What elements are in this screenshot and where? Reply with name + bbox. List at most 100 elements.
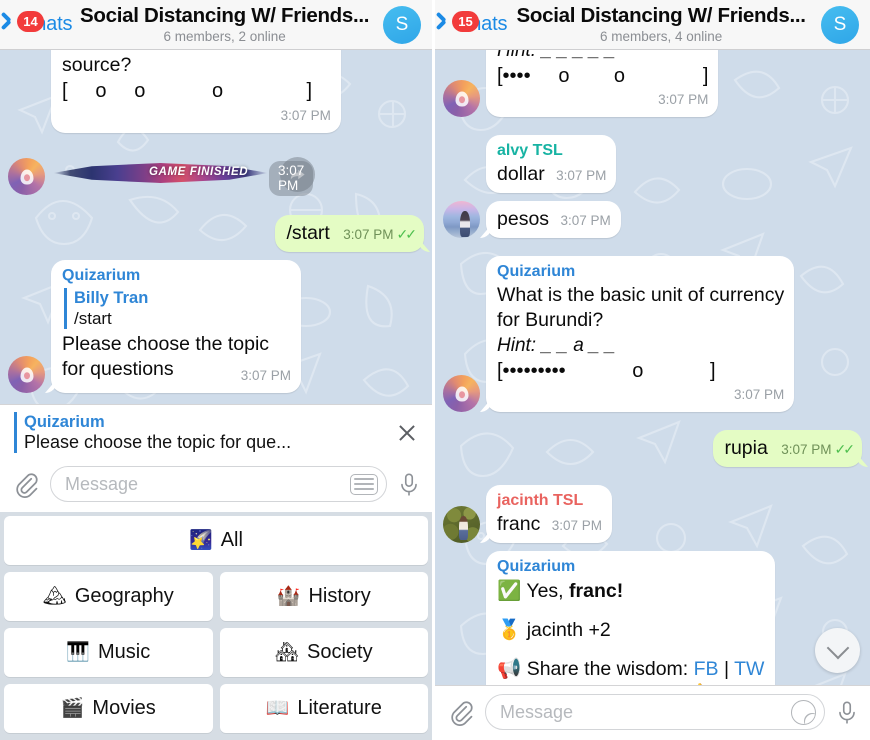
topic-button-movies[interactable]: 🎬 Movies <box>4 684 213 733</box>
topic-button-geography[interactable]: 🏔 Geography <box>4 572 213 621</box>
reply-preview-quote[interactable]: Quizarium Please choose the topic for qu… <box>14 412 386 453</box>
quiz-question-bubble-burundi[interactable]: Quizarium What is the basic unit of curr… <box>486 256 795 412</box>
reply-sender-name: Billy Tran <box>74 289 149 307</box>
message-row[interactable]: Quizarium Billy Tran /start Please choos… <box>8 260 424 393</box>
reply-preview-bar[interactable]: Quizarium Please choose the topic for qu… <box>0 404 432 458</box>
topic-button-society[interactable]: 🏘 Society <box>219 628 428 677</box>
topic-button-music[interactable]: 🎹 Music <box>4 628 213 677</box>
avatar-spacer <box>8 96 45 133</box>
chat-title-block[interactable]: Social Distancing W/ Friends... 6 member… <box>66 4 383 45</box>
reply-quote[interactable]: Billy Tran /start <box>64 288 291 329</box>
topic-button-literature[interactable]: 📖 Literature <box>219 684 428 733</box>
unread-badge: 15 <box>452 11 479 32</box>
microphone-icon[interactable] <box>834 697 860 727</box>
message-list-right[interactable]: Hint: _ _ _ _ _ [•••• o o ] 3:07 PM alvy… <box>435 50 870 685</box>
hint-line: Hint: _ _ a _ _ <box>497 333 784 358</box>
search-input[interactable]: Message <box>50 466 387 502</box>
answer-confirmation-line: ✅ Yes, franc! <box>497 579 765 604</box>
score-line: 🥇 jacinth +2 <box>497 618 765 643</box>
avatar[interactable]: S <box>383 5 421 44</box>
mountain-icon: 🏔 <box>42 586 67 607</box>
search-input[interactable]: Message <box>485 694 825 730</box>
page-title: Social Distancing W/ Friends... <box>516 4 806 27</box>
answer-word: franc! <box>569 580 624 602</box>
topic-button-all[interactable]: 🌠 All <box>4 516 428 565</box>
topic-button-history[interactable]: 🏰 History <box>219 572 428 621</box>
message-list-left[interactable]: approaching or receding sound source? [ … <box>0 50 432 404</box>
message-row[interactable]: pesos 3:07 PM <box>443 201 862 238</box>
medal-icon: 🥇 <box>497 619 522 641</box>
game-finished-sticker[interactable]: GAME FINISHED 3:07 PM <box>53 151 314 196</box>
message-row[interactable]: rupia 3:07 PM ✓✓ <box>443 430 862 467</box>
quiz-answer-bubble[interactable]: Quizarium ✅ Yes, franc! 🥇 jacinth +2 � <box>486 551 776 685</box>
message-row[interactable]: approaching or receding sound source? [ … <box>8 50 424 133</box>
read-receipt-icon: ✓✓ <box>834 441 856 457</box>
avatar-user-garden[interactable] <box>443 506 480 543</box>
chevron-down-icon[interactable] <box>815 628 860 673</box>
topic-label: History <box>308 585 371 607</box>
share-fb-link[interactable]: FB <box>694 658 719 680</box>
paperclip-icon[interactable] <box>12 469 40 499</box>
quizarium-reply-bubble[interactable]: Quizarium Billy Tran /start Please choos… <box>51 260 301 393</box>
message-row[interactable]: Quizarium ✅ Yes, franc! 🥇 jacinth +2 � <box>443 551 862 685</box>
dual-chat-screenshot: Chats 14 Social Distancing W/ Friends...… <box>0 0 870 740</box>
message-text-value: franc <box>497 513 541 535</box>
topic-label: All <box>220 529 243 551</box>
message-bubble-pesos[interactable]: pesos 3:07 PM <box>486 201 621 238</box>
keyboard-row: 🏔 Geography 🏰 History <box>4 572 428 621</box>
topic-label: Music <box>97 641 151 663</box>
message-text: pesos 3:07 PM <box>497 207 611 233</box>
message-row[interactable]: /start 3:07 PM ✓✓ <box>8 215 424 252</box>
message-text: Please choose the topic for questions 3:0… <box>62 332 291 383</box>
keyboard-icon[interactable] <box>350 473 378 495</box>
message-bubble-jacinth[interactable]: jacinth TSL franc 3:07 PM <box>486 485 613 543</box>
outgoing-bubble-rupia[interactable]: rupia 3:07 PM ✓✓ <box>713 430 862 467</box>
message-bubble-alvy[interactable]: alvy TSL dollar 3:07 PM <box>486 135 617 193</box>
quiz-question-bubble[interactable]: approaching or receding sound source? [ … <box>51 50 341 133</box>
chat-header-left: Chats 14 Social Distancing W/ Friends...… <box>0 0 432 50</box>
hint-value: _ _ a _ _ <box>541 335 616 356</box>
close-icon[interactable] <box>394 420 420 446</box>
members-status: 6 members, 2 online <box>163 29 286 44</box>
message-text-value: pesos <box>497 208 550 230</box>
message-input-placeholder: Message <box>65 473 139 494</box>
chat-title-block[interactable]: Social Distancing W/ Friends... 6 member… <box>501 4 821 45</box>
avatar-quizarium[interactable] <box>443 80 480 117</box>
message-row[interactable]: Quizarium What is the basic unit of curr… <box>443 256 862 412</box>
share-separator: | <box>723 658 730 680</box>
timestamp: 3:07 PM <box>240 368 291 383</box>
back-to-chats-button[interactable]: Chats 15 <box>435 11 507 36</box>
paperclip-icon[interactable] <box>447 697 475 727</box>
messages-container-left: approaching or receding sound source? [ … <box>0 50 432 404</box>
avatar[interactable]: S <box>821 5 859 44</box>
chat-panel-right: Chats 15 Social Distancing W/ Friends...… <box>435 0 870 740</box>
avatar-quizarium[interactable] <box>8 158 45 195</box>
message-row[interactable]: Hint: _ _ _ _ _ [•••• o o ] 3:07 PM <box>443 50 862 117</box>
avatar-spacer <box>443 156 480 193</box>
avatar-quizarium[interactable] <box>8 356 45 393</box>
keyboard-row: 🎹 Music 🏘 Society <box>4 628 428 677</box>
outgoing-bubble-start[interactable]: /start 3:07 PM ✓✓ <box>275 215 424 252</box>
sticker-icon[interactable] <box>791 699 816 725</box>
microphone-icon[interactable] <box>396 469 422 499</box>
sender-name: Quizarium <box>62 267 141 284</box>
back-to-chats-button[interactable]: Chats 14 <box>0 11 72 36</box>
quiz-hint-bubble[interactable]: Hint: _ _ _ _ _ [•••• o o ] 3:07 PM <box>486 50 719 117</box>
reply-snippet: /start <box>74 309 112 328</box>
sticker-message-row[interactable]: GAME FINISHED 3:07 PM <box>8 151 424 196</box>
avatar-quizarium[interactable] <box>443 375 480 412</box>
message-row[interactable]: alvy TSL dollar 3:07 PM <box>443 135 862 193</box>
message-text: rupia <box>724 437 768 459</box>
hint-label: Hint: <box>497 50 537 61</box>
sender-name: Quizarium <box>497 558 576 575</box>
timestamp: 3:07 PM <box>781 442 832 457</box>
topic-label: Society <box>307 641 373 663</box>
topic-label: Literature <box>297 697 382 719</box>
share-tw-link[interactable]: TW <box>734 658 764 680</box>
message-row[interactable]: jacinth TSL franc 3:07 PM <box>443 485 862 543</box>
avatar-user-beach[interactable] <box>443 201 480 238</box>
